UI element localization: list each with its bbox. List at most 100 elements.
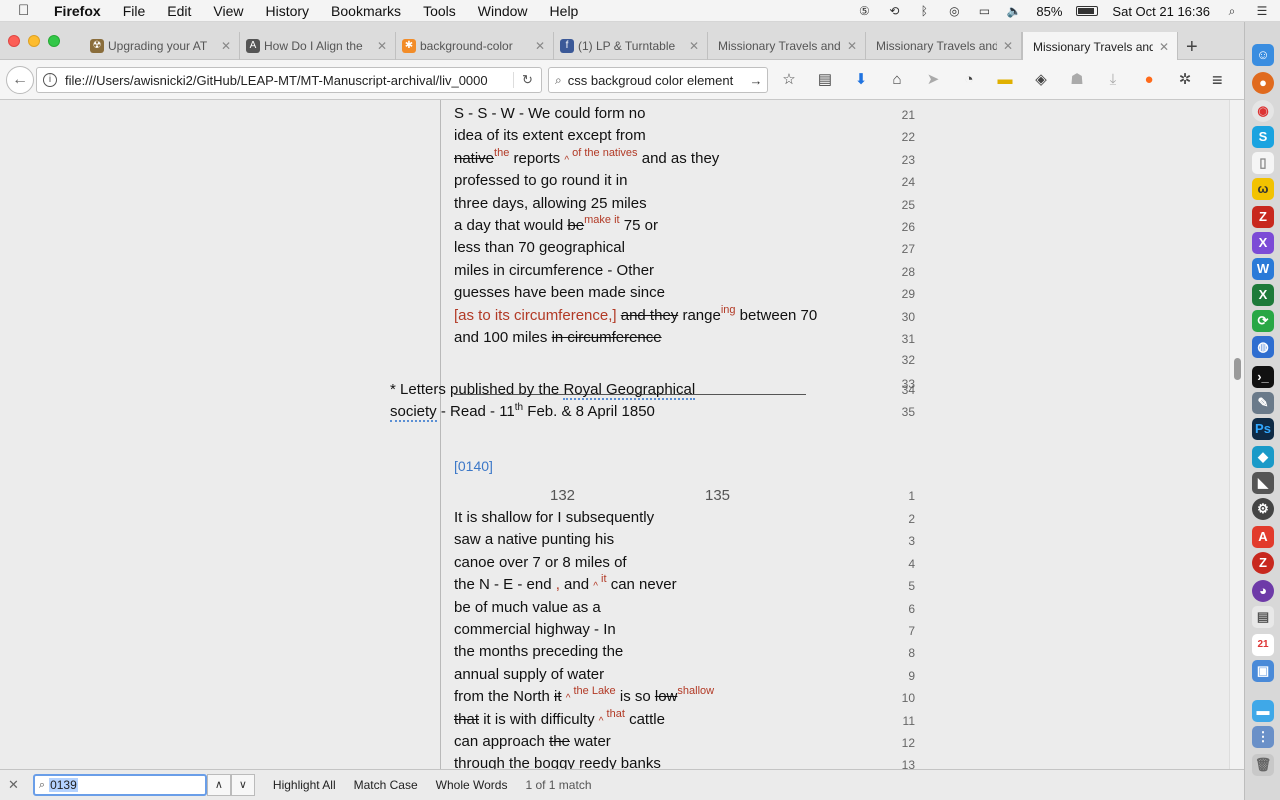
downloads-icon[interactable]: ⤓	[1102, 70, 1124, 90]
highlight-all-toggle[interactable]: Highlight All	[273, 778, 336, 792]
find-previous-button[interactable]: ∧	[206, 774, 231, 796]
sync-app-icon[interactable]: ⟳	[1252, 310, 1274, 332]
ruler-icon[interactable]: ▬	[994, 70, 1016, 90]
menu-window[interactable]: Window	[478, 3, 528, 19]
menu-app-firefox[interactable]: Firefox	[54, 3, 101, 19]
skype-icon[interactable]: S	[1252, 126, 1274, 148]
word-icon[interactable]: W	[1252, 258, 1274, 280]
send-icon[interactable]: ➤	[922, 70, 944, 90]
royal-geographical-link[interactable]: Royal Geographical	[563, 381, 696, 400]
text-edit-icon[interactable]: ▤	[1252, 606, 1274, 628]
url-text[interactable]: file:///Users/awisnicki2/GitHub/LEAP-MT/…	[65, 73, 513, 88]
close-icon[interactable]: ✕	[1159, 40, 1169, 54]
close-icon[interactable]: ✕	[689, 39, 699, 53]
tab-align[interactable]: A How Do I Align the ✕	[240, 32, 396, 60]
extension-icon[interactable]: ✲	[1174, 70, 1196, 90]
info-icon[interactable]: i	[43, 73, 57, 87]
reload-icon[interactable]: ↻	[513, 72, 541, 88]
close-icon[interactable]: ✕	[377, 39, 387, 53]
menu-bookmarks[interactable]: Bookmarks	[331, 3, 401, 19]
tab-missionary-active[interactable]: Missionary Travels and ✕	[1022, 32, 1178, 61]
airplay-icon[interactable]: ▭	[976, 4, 992, 18]
notes-icon[interactable]: ▯	[1252, 152, 1274, 174]
finder-icon[interactable]: ☺	[1252, 44, 1274, 66]
find-input[interactable]: 0139	[49, 778, 78, 792]
history-icon[interactable]: ◔	[958, 70, 980, 90]
tab-upgrading[interactable]: ☢ Upgrading your AT ✕	[84, 32, 240, 60]
apple-icon[interactable]: 	[18, 2, 36, 19]
menu-edit[interactable]: Edit	[167, 3, 191, 19]
five-icon[interactable]: ⑤	[856, 4, 872, 18]
hamburger-menu-icon[interactable]: ≡	[1212, 70, 1223, 91]
notification-center-icon[interactable]: ☰	[1254, 4, 1270, 18]
close-icon[interactable]: ✕	[221, 39, 231, 53]
search-input[interactable]: css backgroud color element	[568, 73, 745, 88]
bluetooth-icon[interactable]: ᛒ	[916, 4, 932, 18]
xcode-icon[interactable]: X	[1252, 232, 1274, 254]
scrollbar-thumb[interactable]	[1234, 358, 1241, 380]
back-button[interactable]: ←	[6, 66, 34, 94]
chrome-icon[interactable]: ◉	[1252, 100, 1274, 122]
filezilla-icon[interactable]: Z	[1252, 206, 1274, 228]
close-icon[interactable]: ✕	[535, 39, 545, 53]
menu-history[interactable]: History	[265, 3, 309, 19]
zoom-window-button[interactable]	[48, 35, 60, 47]
close-icon[interactable]: ✕	[847, 39, 857, 53]
tab-missionary-1[interactable]: Missionary Travels and ✕	[708, 32, 866, 60]
spotlight-icon[interactable]: ⌕	[1224, 4, 1240, 18]
menu-file[interactable]: File	[123, 3, 146, 19]
pocket-icon[interactable]: ◈	[1030, 70, 1052, 90]
menu-help[interactable]: Help	[550, 3, 579, 19]
photoshop-icon[interactable]: Ps	[1252, 418, 1274, 440]
duckduckgo-icon[interactable]: ●	[1138, 70, 1160, 90]
tab-background-color[interactable]: ✱ background-color ✕	[396, 32, 554, 60]
sync-icon[interactable]: ◎	[946, 4, 962, 18]
clock[interactable]: Sat Oct 21 16:36	[1112, 4, 1210, 19]
new-tab-button[interactable]: +	[1186, 36, 1198, 59]
ghost-icon[interactable]: ☗	[1066, 70, 1088, 90]
trash-icon[interactable]: 🗑	[1252, 754, 1274, 776]
search-go-icon[interactable]: →	[745, 73, 767, 88]
find-input-box[interactable]: ⌕ 0139	[32, 774, 207, 796]
github-icon[interactable]: ◕	[1252, 580, 1274, 602]
tab-missionary-2[interactable]: Missionary Travels and ✕	[866, 32, 1022, 60]
vertical-scrollbar[interactable]	[1229, 100, 1244, 769]
tab-facebook[interactable]: f (1) LP & Turntable ✕	[554, 32, 708, 60]
whole-words-toggle[interactable]: Whole Words	[436, 778, 508, 792]
bookmark-star-icon[interactable]: ☆	[778, 70, 800, 90]
diamond-app-icon[interactable]: ◆	[1252, 446, 1274, 468]
search-bar[interactable]: ⌕ css backgroud color element →	[548, 67, 768, 93]
battery-icon[interactable]	[1076, 6, 1099, 16]
wunderlist-icon[interactable]: ω	[1252, 178, 1274, 200]
acrobat-icon[interactable]: A	[1252, 526, 1274, 548]
page-link-0140[interactable]: [0140]	[454, 458, 493, 474]
volume-icon[interactable]: 🔈	[1006, 4, 1022, 18]
terminal-icon[interactable]: ›_	[1252, 366, 1274, 388]
menu-view[interactable]: View	[213, 3, 243, 19]
calendar-icon[interactable]: 21	[1252, 634, 1274, 656]
time-machine-icon[interactable]: ⟲	[886, 4, 902, 18]
system-preferences-icon[interactable]: ⚙	[1252, 498, 1274, 520]
preview-icon[interactable]: ▣	[1252, 660, 1274, 682]
society-link[interactable]: society	[390, 403, 437, 422]
menu-tools[interactable]: Tools	[423, 3, 456, 19]
close-window-button[interactable]	[8, 35, 20, 47]
reading-list-icon[interactable]: ▤	[814, 70, 836, 90]
globe-icon[interactable]: ◍	[1252, 336, 1274, 358]
close-find-bar-icon[interactable]: ✕	[8, 777, 19, 793]
match-case-toggle[interactable]: Match Case	[354, 778, 418, 792]
folder-icon[interactable]: ▬	[1252, 700, 1274, 722]
find-next-button[interactable]: ∨	[230, 774, 255, 796]
url-bar[interactable]: i file:///Users/awisnicki2/GitHub/LEAP-M…	[36, 67, 542, 93]
pen-tool-icon[interactable]: ✎	[1252, 392, 1274, 414]
excel-icon[interactable]: X	[1252, 284, 1274, 306]
home-icon[interactable]: ⌂	[886, 70, 908, 90]
minimize-window-button[interactable]	[28, 35, 40, 47]
applications-icon[interactable]: ⋮	[1252, 726, 1274, 748]
firefox-icon[interactable]: ●	[1252, 72, 1274, 94]
zotero-icon[interactable]: Z	[1252, 552, 1274, 574]
close-icon[interactable]: ✕	[1003, 39, 1013, 53]
gimp-icon[interactable]: ◣	[1252, 472, 1274, 494]
battery-percent[interactable]: 85%	[1036, 4, 1062, 19]
download-arrow-icon[interactable]: ⬇	[850, 70, 872, 90]
